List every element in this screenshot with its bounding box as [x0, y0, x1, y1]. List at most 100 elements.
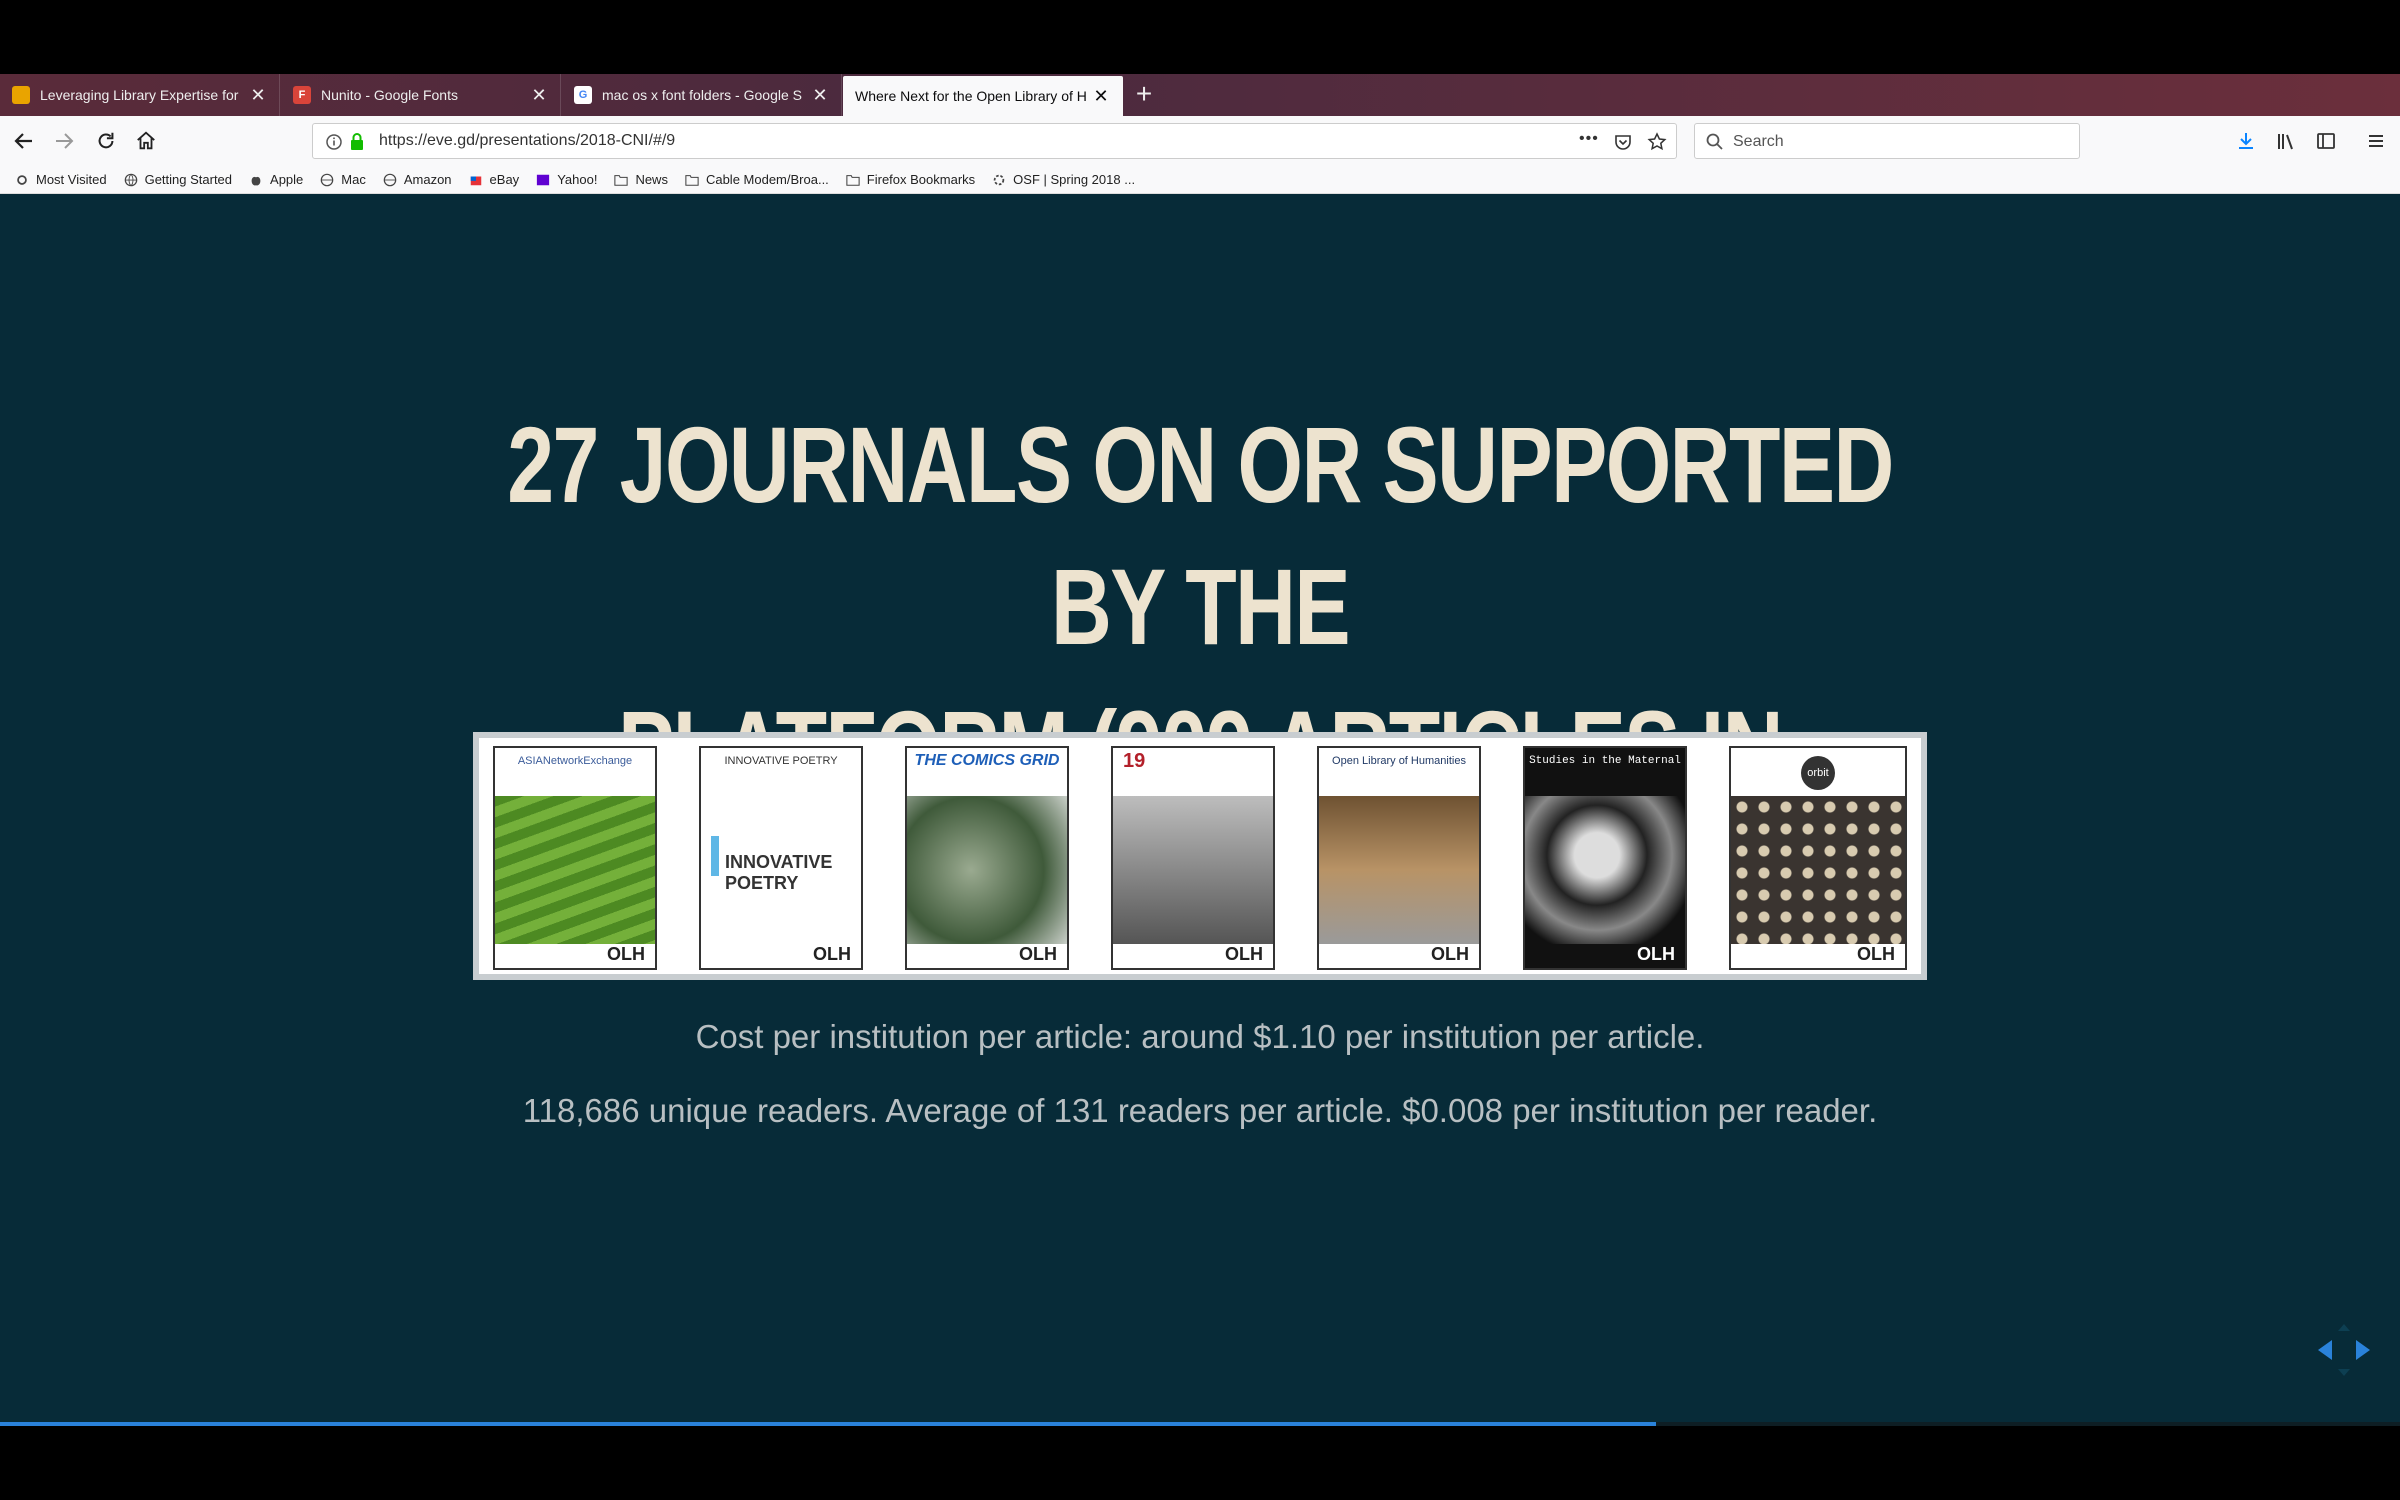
bookmark-osf[interactable]: OSF | Spring 2018 ... — [991, 172, 1135, 187]
bookmark-label: Apple — [270, 172, 304, 187]
bookmark-label: News — [635, 172, 668, 187]
sidebar-icon — [2317, 133, 2335, 149]
olh-logo: OLH — [1637, 944, 1675, 964]
readers-stats-text: 118,686 unique readers. Average of 131 r… — [522, 1092, 1878, 1129]
shopping-icon — [470, 176, 481, 185]
bookmark-getting-started[interactable]: Getting Started — [123, 172, 232, 187]
library-hall-image — [1319, 796, 1479, 944]
bookmark-mac[interactable]: Mac — [319, 172, 366, 187]
url-bar[interactable]: https://eve.gd/presentations/2018-CNI/#/… — [312, 123, 1677, 159]
library-icon — [2278, 134, 2293, 150]
downloads-button[interactable] — [2230, 125, 2262, 157]
bookmark-label: Firefox Bookmarks — [866, 172, 976, 187]
olh-logo: OLH — [1431, 944, 1469, 964]
bookmark-label: eBay — [489, 172, 520, 187]
screen-letterbox-bottom — [0, 1426, 2400, 1500]
close-tab-icon[interactable]: ✕ — [530, 85, 548, 106]
home-icon — [137, 131, 155, 150]
monochrome-art-image — [1525, 796, 1685, 944]
site-info-icon — [326, 134, 342, 150]
folder-icon — [614, 174, 629, 186]
typewriter-keys-image — [1731, 796, 1905, 944]
forward-button[interactable] — [48, 125, 80, 157]
page-actions-icon[interactable]: ••• — [1579, 130, 1599, 148]
bookmark-yahoo[interactable]: Yahoo! — [535, 172, 597, 187]
bookmark-firefox-bookmarks[interactable]: Firefox Bookmarks — [845, 172, 975, 187]
journal-cover-asianetwork-exchange: ASIANetworkExchange OLH — [493, 746, 657, 970]
search-bar[interactable]: Search — [1694, 123, 2080, 159]
google-favicon-icon: G — [574, 86, 592, 104]
olh-logo: OLH — [813, 944, 851, 964]
google-fonts-favicon-icon: F — [293, 86, 311, 104]
home-button[interactable] — [130, 125, 162, 157]
tab-title: Where Next for the Open Library of H — [855, 88, 1086, 104]
bookmark-ebay[interactable]: eBay — [468, 172, 520, 187]
bookmark-cable-modem[interactable]: Cable Modem/Broa... — [684, 172, 829, 187]
osf-icon — [993, 174, 1005, 185]
tab-nunito-google-fonts[interactable]: F Nunito - Google Fonts ✕ — [281, 74, 561, 116]
bookmarks-toolbar: Most Visited Getting Started Apple Mac A… — [0, 166, 2400, 194]
tab-google-search[interactable]: G mac os x font folders - Google S ✕ — [562, 74, 842, 116]
bookmark-apple[interactable]: Apple — [248, 172, 303, 187]
screen-letterbox-top — [0, 0, 2400, 74]
reload-button[interactable] — [90, 125, 122, 157]
slide-title-line-1: 27 JOURNALS ON OR SUPPORTED BY THE — [507, 404, 1894, 667]
close-tab-icon[interactable]: ✕ — [811, 85, 829, 106]
olh-logo: OLH — [607, 944, 645, 964]
cover-title: 19 — [1123, 750, 1146, 772]
cover-title: INNOVATIVE POETRY — [724, 755, 838, 767]
secure-lock-icon — [351, 133, 363, 150]
new-tab-button[interactable]: + — [1128, 74, 1160, 116]
cost-per-article-text: Cost per institution per article: around… — [695, 1018, 1705, 1055]
comic-art-image — [907, 796, 1067, 944]
olh-logo: OLH — [1225, 944, 1263, 964]
back-button[interactable] — [8, 125, 40, 157]
orbit-logo: orbit — [1801, 756, 1835, 790]
journal-cover-studies-maternal: Studies in the Maternal OLH — [1523, 746, 1687, 970]
bookmark-star-icon — [1647, 132, 1667, 151]
library-button[interactable] — [2270, 125, 2302, 157]
search-placeholder: Search — [1733, 133, 1784, 150]
slide-navigation-controls — [2314, 1320, 2374, 1380]
bookmark-most-visited[interactable]: Most Visited — [14, 172, 107, 187]
sidebar-button[interactable] — [2310, 125, 2342, 157]
journal-cover-orbit: orbit OLH — [1729, 746, 1907, 970]
next-slide-icon — [2356, 1340, 2370, 1360]
globe-icon — [320, 173, 334, 186]
tab-title: Leveraging Library Expertise for — [40, 87, 239, 103]
folder-icon — [685, 174, 699, 186]
cover-title: ASIANetworkExchange — [517, 755, 633, 767]
cover-title: Studies in the Maternal — [1529, 755, 1681, 767]
bookmark-label: Mac — [341, 172, 366, 187]
cover-title: THE COMICS GRID — [914, 752, 1060, 769]
cover-art: INNOVATIVE POETRY — [701, 796, 861, 944]
olh-logo: OLH — [1857, 944, 1895, 964]
engraving-image — [1113, 796, 1273, 944]
globe-icon — [383, 173, 397, 186]
journal-cover-comics-grid: THE COMICS GRID OLH — [905, 746, 1069, 970]
apple-icon — [251, 176, 261, 185]
folder-icon — [846, 174, 860, 186]
globe-icon — [124, 173, 137, 186]
search-icon — [1706, 133, 1723, 150]
reload-icon — [98, 132, 114, 149]
nav-arrows-icon — [2318, 1324, 2370, 1376]
close-tab-icon[interactable]: ✕ — [1092, 86, 1110, 107]
menu-button[interactable] — [2360, 125, 2392, 157]
bookmark-label: Amazon — [403, 172, 452, 187]
tab-where-next-olh[interactable]: Where Next for the Open Library of H ✕ — [843, 76, 1123, 116]
pocket-icon — [1615, 135, 1631, 150]
tab-leveraging-library[interactable]: Leveraging Library Expertise for ✕ — [0, 74, 280, 116]
tab-title: Nunito - Google Fonts — [321, 87, 458, 103]
back-arrow-icon — [14, 133, 32, 149]
bookmark-label: Most Visited — [36, 172, 107, 187]
download-icon — [2239, 133, 2253, 149]
bookmark-label: OSF | Spring 2018 ... — [1013, 172, 1136, 187]
hamburger-menu-icon — [2369, 135, 2383, 147]
bookmark-amazon[interactable]: Amazon — [382, 172, 452, 187]
cover-header: orbit — [1731, 748, 1905, 796]
bookmark-label: Cable Modem/Broa... — [705, 172, 829, 187]
url-text[interactable]: https://eve.gd/presentations/2018-CNI/#/… — [379, 132, 675, 150]
close-tab-icon[interactable]: ✕ — [249, 85, 267, 106]
bookmark-news[interactable]: News — [613, 172, 668, 187]
